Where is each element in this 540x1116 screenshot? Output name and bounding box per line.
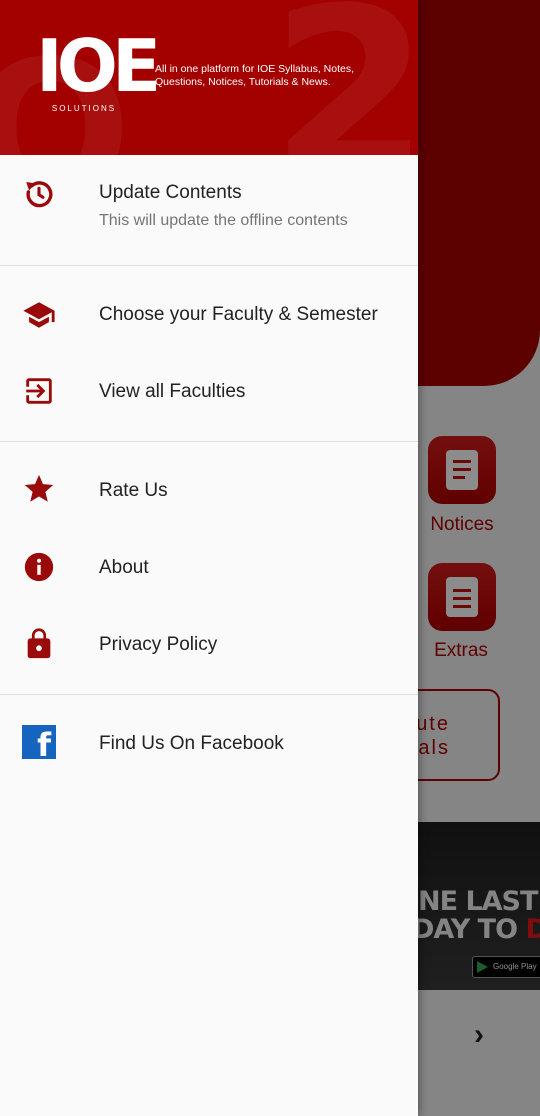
- navigation-drawer: O 2 IOE SOLUTIONS All in one platform fo…: [0, 0, 418, 1116]
- update-contents-subtitle: This will update the offline contents: [99, 212, 348, 229]
- menu-item-facebook[interactable]: f Find Us On Facebook: [0, 705, 418, 783]
- app-logo: IOE SOLUTIONS: [36, 26, 161, 116]
- app-tagline: All in one platform for IOE Syllabus, No…: [155, 63, 355, 88]
- star-icon: [22, 472, 56, 506]
- drawer-header: O 2 IOE SOLUTIONS All in one platform fo…: [0, 0, 418, 155]
- divider: [0, 265, 418, 266]
- privacy-policy-label: Privacy Policy: [99, 634, 218, 655]
- menu-item-privacy-policy[interactable]: Privacy Policy: [0, 606, 418, 684]
- logo-subtext: SOLUTIONS: [51, 104, 117, 113]
- refresh-clock-icon: [22, 177, 56, 211]
- divider: [0, 694, 418, 695]
- view-faculties-label: View all Faculties: [99, 381, 246, 402]
- choose-faculty-label: Choose your Faculty & Semester: [99, 304, 378, 325]
- menu-item-rate-us[interactable]: Rate Us: [0, 452, 418, 528]
- lock-icon: [22, 627, 56, 661]
- facebook-label: Find Us On Facebook: [99, 733, 284, 754]
- menu-item-about[interactable]: About: [0, 528, 418, 606]
- menu-item-view-faculties[interactable]: View all Faculties: [0, 353, 418, 431]
- menu-item-choose-faculty[interactable]: Choose your Faculty & Semester: [0, 277, 418, 353]
- divider: [0, 441, 418, 442]
- rate-us-label: Rate Us: [99, 480, 168, 501]
- exit-arrow-icon: [22, 374, 56, 408]
- menu-item-update-contents[interactable]: Update Contents This will update the off…: [0, 155, 418, 265]
- logo-text: IOE: [36, 24, 161, 108]
- facebook-icon: f: [22, 725, 56, 762]
- update-contents-label: Update Contents: [99, 182, 242, 203]
- about-label: About: [99, 557, 149, 578]
- info-icon: [22, 550, 56, 584]
- graduation-cap-icon: [22, 298, 56, 332]
